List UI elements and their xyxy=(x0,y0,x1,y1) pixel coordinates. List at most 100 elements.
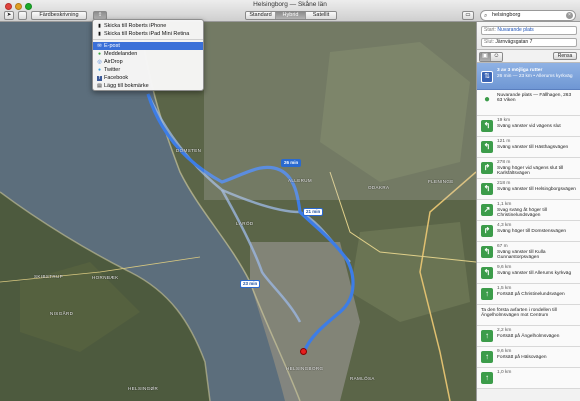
turn-right-icon: ↱ xyxy=(481,225,493,237)
menu-item-email[interactable]: ✉ E-post xyxy=(93,42,203,50)
menu-item-facebook[interactable]: f Facebook xyxy=(93,74,203,82)
map-label: LARÖD xyxy=(236,221,254,226)
map-overlay-region xyxy=(204,22,476,200)
step-distance: 4,3 km xyxy=(497,223,512,228)
view-mode-standard[interactable]: Standard xyxy=(246,12,276,19)
step-distance: 1,0 km xyxy=(497,370,512,375)
direction-step[interactable]: ↑ 1,0 km xyxy=(477,368,580,389)
start-step[interactable]: ● Nuvarande plats — Fällhagen, 263 63 Vi… xyxy=(477,90,580,116)
turn-left-icon: ↰ xyxy=(481,141,493,153)
map-label: SKIBSTRUP xyxy=(34,274,64,279)
direction-step[interactable]: ↱ 278 m Sväng höger vid vägens slut till… xyxy=(477,158,580,179)
messages-icon: ● xyxy=(97,50,102,57)
map-label: ODAKRA xyxy=(368,185,390,190)
start-field[interactable]: Start: Nuvarande plats xyxy=(481,26,577,35)
view-mode-segmented-control: Standard Hybrid Satellit xyxy=(245,11,337,20)
car-icon: ▣ xyxy=(482,53,488,59)
direction-step[interactable]: ↰ 19 km Sväng vänster vid vägens slut xyxy=(477,116,580,137)
route-time-label[interactable]: 23 min xyxy=(240,280,261,288)
search-field[interactable]: ⌕ helsingborg × xyxy=(480,10,576,21)
end-field[interactable]: Slut: Järnvägsgatan 7 xyxy=(481,38,577,47)
direction-step[interactable]: ↑ 2,2 km Fortsätt på Ängelholmsvägen xyxy=(477,326,580,347)
direction-step-roundabout[interactable]: Ta den första avfarten i rondellen till … xyxy=(477,305,580,326)
ipad-icon: ▮ xyxy=(98,30,101,37)
search-icon: ⌕ xyxy=(484,13,488,19)
track-button[interactable] xyxy=(18,11,27,20)
location-button[interactable]: ➤ xyxy=(4,11,14,20)
route-time-label[interactable]: 26 min xyxy=(281,159,302,167)
step-text: Fortsätt på Ängelholmsvägen xyxy=(497,334,560,339)
walk-icon: ☺ xyxy=(493,53,500,59)
directions-sidebar: Start: Nuvarande plats Slut: Järnvägsgat… xyxy=(476,22,580,401)
route-detail-text: 26 min — 23 km • Allerums kyrkväg xyxy=(497,73,573,79)
turn-left-icon: ↰ xyxy=(481,183,493,195)
turn-right-icon: ↱ xyxy=(481,162,493,174)
direction-step[interactable]: ↰ 9,6 km Sväng vänster till Allerums kyr… xyxy=(477,263,580,284)
sidebar-toggle-button[interactable]: ▭ xyxy=(462,11,474,20)
walk-mode-button[interactable]: ☺ xyxy=(491,53,502,61)
direction-step[interactable]: ↗ 1,1 km Svag sväng åt höger till Christ… xyxy=(477,200,580,221)
map-view[interactable]: DOMSTEN ODAKRA ALLERUM FLENINGE LARÖD HE… xyxy=(0,22,476,401)
direction-step[interactable]: ↑ 9,6 km Fortsätt på Hälsovägen xyxy=(477,347,580,368)
step-text: Sväng vänster till Kulla Gunnarstorpsväg… xyxy=(497,250,546,261)
view-mode-satellite[interactable]: Satellit xyxy=(306,12,336,19)
step-distance: 67 m xyxy=(497,244,508,249)
turn-left-icon: ↰ xyxy=(481,246,493,258)
step-text: Fortsätt på Hälsovägen xyxy=(497,355,547,360)
step-distance: 121 m xyxy=(497,139,511,144)
destination-pin-icon[interactable] xyxy=(300,348,307,355)
route-time-label[interactable]: 21 min xyxy=(303,208,324,216)
search-input[interactable]: helsingborg xyxy=(492,12,520,18)
directions-toolbar: ▣ ☺ Rensa xyxy=(477,50,580,63)
facebook-icon: f xyxy=(97,74,102,81)
direction-step[interactable]: ↑ 1,5 km Fortsätt på Christinelundsvägen xyxy=(477,284,580,305)
start-step-text: Nuvarande plats — Fällhagen, 263 63 Vike… xyxy=(497,93,572,104)
step-text: Sväng vänster till Allerums kyrkväg xyxy=(497,271,572,276)
direction-step[interactable]: ↰ 121 m Sväng vänster till Hästhagsvägen xyxy=(477,137,580,158)
menu-item-add-bookmark[interactable]: ▤ Lägg till bokmärke xyxy=(93,82,203,90)
route-summary[interactable]: ⇅ 3 av 3 möjliga rutter 26 min — 23 km •… xyxy=(477,63,580,90)
menu-item-twitter[interactable]: ● Twitter xyxy=(93,66,203,74)
straight-icon: ↑ xyxy=(481,288,493,300)
car-mode-button[interactable]: ▣ xyxy=(480,53,491,61)
step-distance: 218 m xyxy=(497,181,511,186)
menu-item-send-to-ipad[interactable]: ▮ Skicka till Roberts iPad Mini Retina xyxy=(93,30,203,38)
step-text: Sväng vänster vid vägens slut xyxy=(497,124,561,129)
mail-icon: ✉ xyxy=(97,42,102,49)
map-label: FLENINGE xyxy=(428,179,454,184)
clear-search-icon[interactable]: × xyxy=(566,12,573,19)
slight-right-icon: ↗ xyxy=(481,204,493,216)
step-text: Sväng vänster till Helsingborgsvägen xyxy=(497,187,576,192)
menu-item-messages[interactable]: ● Meddelanden xyxy=(93,50,203,58)
directions-button[interactable]: Färdbeskrivning xyxy=(31,11,87,20)
step-distance: 19 km xyxy=(497,118,511,123)
map-label: HELSINGØR xyxy=(128,386,159,391)
start-pin-icon: ● xyxy=(483,94,491,105)
direction-step[interactable]: ↱ 4,3 km Sväng höger till Domstensvägen xyxy=(477,221,580,242)
direction-step[interactable]: ↰ 67 m Sväng vänster till Kulla Gunnarst… xyxy=(477,242,580,263)
turn-left-icon: ↰ xyxy=(481,267,493,279)
share-icon: ⇪ xyxy=(97,12,103,18)
straight-icon: ↑ xyxy=(481,372,493,384)
step-text: Ta den första avfarten i rondellen till … xyxy=(481,308,557,319)
route-count-text: 3 av 3 möjliga rutter xyxy=(497,68,543,73)
menu-item-send-to-iphone[interactable]: ▮ Skicka till Roberts iPhone xyxy=(93,22,203,30)
location-arrow-icon: ➤ xyxy=(6,12,12,18)
map-label: DOMSTEN xyxy=(176,148,202,153)
clear-button[interactable]: Rensa xyxy=(553,52,577,60)
step-distance: 9,6 km xyxy=(497,349,512,354)
view-mode-hybrid[interactable]: Hybrid xyxy=(276,12,306,19)
book-icon: ▭ xyxy=(465,12,471,18)
transport-mode-control: ▣ ☺ xyxy=(479,52,503,62)
twitter-icon: ● xyxy=(97,66,102,73)
map-label: ALLERUM xyxy=(288,178,313,183)
step-text: Sväng vänster till Hästhagsvägen xyxy=(497,145,569,150)
direction-step[interactable]: ↰ 218 m Sväng vänster till Helsingborgsv… xyxy=(477,179,580,200)
step-text: Sväng höger vid vägens slut till Karlsfä… xyxy=(497,166,564,177)
step-text: Sväng höger till Domstensvägen xyxy=(497,229,567,234)
menu-item-airdrop[interactable]: ◎ AirDrop xyxy=(93,58,203,66)
turn-left-icon: ↰ xyxy=(481,120,493,132)
window-title: Helsingborg — Skåne län xyxy=(253,1,327,8)
straight-icon: ↑ xyxy=(481,351,493,363)
step-text: Fortsätt på Christinelundsvägen xyxy=(497,292,565,297)
